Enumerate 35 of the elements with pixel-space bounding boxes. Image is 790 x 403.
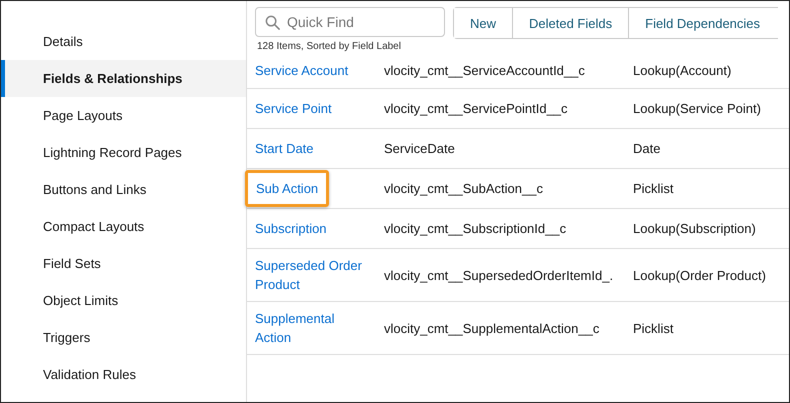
search-icon [265, 15, 280, 30]
sidebar-item[interactable]: Fields & Relationships [1, 60, 246, 97]
sidebar-item[interactable]: Lightning Record Pages [1, 134, 246, 171]
sidebar-item[interactable]: Page Layouts [1, 97, 246, 134]
table-cell-text: ServiceDate [384, 141, 456, 156]
sidebar-item[interactable]: Triggers [1, 319, 246, 356]
table-cell-text: vlocity_cmt__SupplementalAction__c [384, 320, 600, 336]
toolbar-button[interactable]: New [454, 8, 514, 38]
table-cell: Lookup(Account) [633, 62, 732, 78]
table-cell-text: vlocity_cmt__ServicePointId__c [384, 101, 569, 116]
table-cell: Picklist [633, 320, 674, 336]
table-cell: Lookup(Service Point) [633, 101, 761, 116]
field-label-link[interactable]: Service Point [255, 93, 332, 124]
field-label-link[interactable]: Sub Action [245, 170, 330, 207]
field-label-link[interactable]: Start Date [255, 133, 314, 164]
table-cell: Lookup(Order Product) [633, 268, 766, 282]
table-cell: Date [633, 141, 660, 156]
item-count: 128 Items, Sorted by Field Label [256, 40, 402, 52]
table-cell-text: vlocity_cmt__SubscriptionId__c [384, 221, 568, 236]
table-cell-text: vlocity_cmt__SubAction__c [384, 181, 544, 196]
sidebar-item[interactable]: Compact Layouts [1, 208, 246, 245]
field-label-link[interactable]: Superseded Order Product [255, 250, 372, 300]
field-label-link[interactable]: Subscription [255, 213, 327, 244]
sidebar-item[interactable]: Buttons and Links [1, 171, 246, 208]
table-cell-text: vlocity_cmt__SupersededOrderItemId_. [384, 268, 614, 282]
sidebar-item[interactable]: Object Limits [1, 282, 246, 319]
table-cell-text: vlocity_cmt__ServiceAccountId__c [384, 62, 586, 78]
search-field[interactable]: Quick Find [255, 7, 445, 37]
sidebar-item[interactable]: Field Sets [1, 245, 246, 282]
table-cell: Picklist [633, 181, 674, 196]
field-label-link[interactable]: Service Account [255, 54, 348, 86]
field-label-link[interactable]: Supplemental Action [255, 303, 372, 353]
sidebar-item[interactable]: Validation Rules [1, 356, 246, 393]
table-cell: Lookup(Subscription) [633, 221, 756, 236]
sidebar-item[interactable]: Details [1, 23, 246, 60]
